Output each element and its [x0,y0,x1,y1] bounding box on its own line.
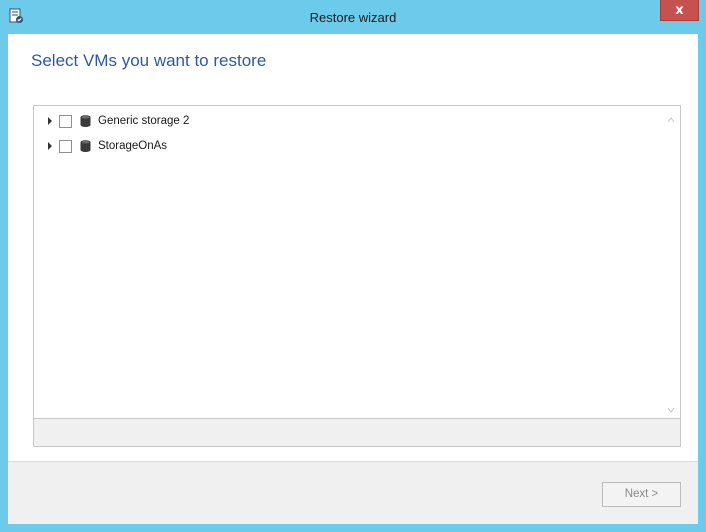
tree-node-generic-storage-2[interactable]: Generic storage 2 [34,111,662,131]
database-icon [80,115,91,127]
close-button[interactable]: x [660,0,699,21]
wizard-content: Select VMs you want to restore Generic s… [8,34,698,524]
tree-list: Generic storage 2 StorageOnAs [34,106,662,418]
database-icon [80,140,91,152]
close-icon: x [675,2,684,18]
vertical-scrollbar[interactable] [662,106,680,418]
restore-wizard-window: Restore wizard x Select VMs you want to … [0,0,706,532]
vm-tree-view[interactable]: Generic storage 2 StorageOnAs [33,105,681,447]
expand-arrow-icon[interactable] [48,117,52,125]
tree-node-label: StorageOnAs [98,140,168,152]
node-checkbox[interactable] [59,114,72,128]
wizard-footer: Next > [8,461,698,524]
tree-status-strip [34,418,680,446]
scroll-up-icon[interactable] [667,113,675,123]
title-bar[interactable]: Restore wizard x [0,0,706,34]
next-button[interactable]: Next > [602,482,681,507]
scroll-down-icon[interactable] [667,403,675,413]
node-checkbox[interactable] [59,139,72,153]
tree-node-storageonas[interactable]: StorageOnAs [34,136,662,156]
tree-node-label: Generic storage 2 [98,115,190,127]
expand-arrow-icon[interactable] [48,142,52,150]
page-heading: Select VMs you want to restore [31,51,267,70]
window-title: Restore wizard [309,10,397,25]
